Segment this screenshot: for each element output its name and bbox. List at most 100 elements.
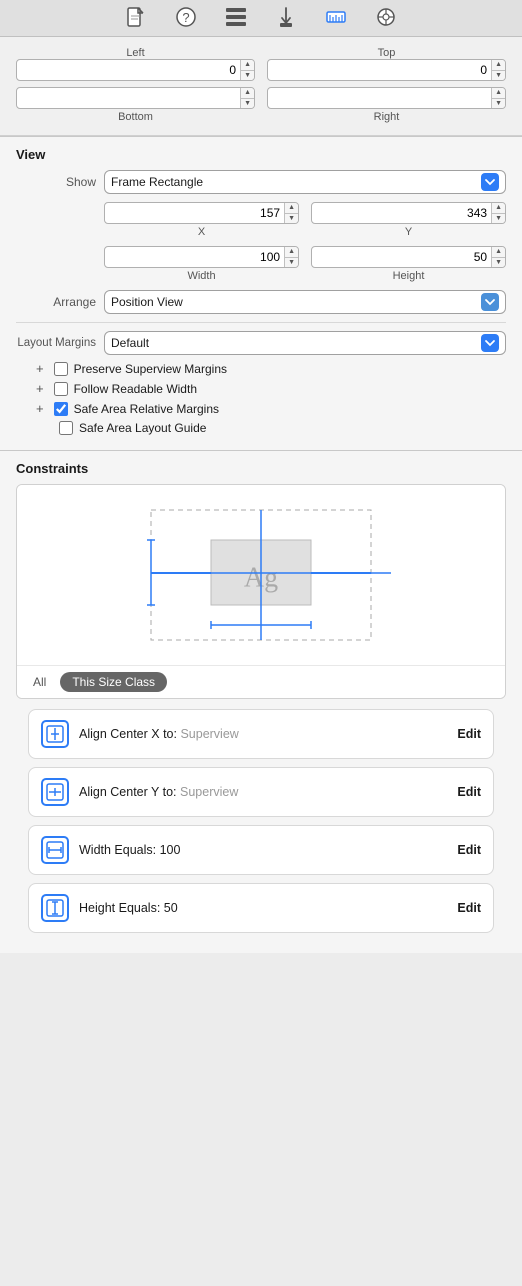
x-label: X bbox=[104, 226, 299, 238]
wh-row: 100 ▲ ▼ 50 ▲ ▼ bbox=[104, 246, 506, 268]
constraints-list: Align Center X to: Superview Edit Align … bbox=[16, 709, 506, 953]
preserve-plus-button[interactable]: + bbox=[36, 361, 44, 376]
height-input[interactable]: 50 bbox=[312, 247, 491, 267]
preserve-checkbox-row: + Preserve Superview Margins bbox=[16, 361, 506, 376]
layout-margins-label: Layout Margins bbox=[16, 337, 96, 349]
align-center-x-subview: Superview bbox=[180, 727, 238, 741]
x-increment[interactable]: ▲ bbox=[285, 203, 298, 214]
show-dropdown[interactable]: Frame Rectangle bbox=[104, 170, 506, 194]
readable-plus-button[interactable]: + bbox=[36, 381, 44, 396]
safe-relative-plus-button[interactable]: + bbox=[36, 401, 44, 416]
height-stepper[interactable]: ▲ ▼ bbox=[491, 247, 505, 267]
bottom-decrement[interactable]: ▼ bbox=[241, 99, 254, 109]
document-icon[interactable] bbox=[125, 6, 147, 28]
bottom-label: Bottom bbox=[118, 111, 153, 123]
constraints-box: Ag All This Size Class bbox=[16, 484, 506, 699]
align-center-y-text: Align Center Y to: Superview bbox=[79, 785, 447, 799]
top-increment[interactable]: ▲ bbox=[492, 60, 505, 71]
svg-text:?: ? bbox=[182, 10, 189, 25]
arrange-row: Arrange Position View bbox=[16, 290, 506, 314]
right-stepper[interactable]: ▲ ▼ bbox=[491, 88, 505, 108]
x-field[interactable]: 157 ▲ ▼ bbox=[104, 202, 299, 224]
constraint-align-center-x: Align Center X to: Superview Edit bbox=[28, 709, 494, 759]
tabs-row: All This Size Class bbox=[17, 665, 505, 698]
align-center-y-label: Align Center Y to: bbox=[79, 785, 180, 799]
safe-layout-label[interactable]: Safe Area Layout Guide bbox=[79, 421, 206, 435]
bottom-increment[interactable]: ▲ bbox=[241, 88, 254, 99]
top-field[interactable]: 0 ▲ ▼ bbox=[267, 59, 506, 81]
align-center-y-subview: Superview bbox=[180, 785, 238, 799]
width-input[interactable]: 100 bbox=[105, 247, 284, 267]
y-field[interactable]: 343 ▲ ▼ bbox=[311, 202, 506, 224]
constraints-section: Constraints Ag bbox=[0, 451, 522, 953]
preserve-checkbox[interactable] bbox=[54, 362, 68, 376]
y-stepper[interactable]: ▲ ▼ bbox=[491, 203, 505, 223]
show-label: Show bbox=[16, 175, 96, 189]
constraints-diagram: Ag bbox=[121, 495, 401, 655]
readable-checkbox-row: + Follow Readable Width bbox=[16, 381, 506, 396]
left-field[interactable]: 0 ▲ ▼ bbox=[16, 59, 255, 81]
tab-this-size-class[interactable]: This Size Class bbox=[60, 672, 167, 692]
height-decrement[interactable]: ▼ bbox=[492, 258, 505, 268]
top-decrement[interactable]: ▼ bbox=[492, 71, 505, 81]
width-decrement[interactable]: ▼ bbox=[285, 258, 298, 268]
height-equals-value: 50 bbox=[164, 901, 178, 915]
width-label: Width bbox=[104, 270, 299, 282]
safe-layout-checkbox[interactable] bbox=[59, 421, 73, 435]
link-icon[interactable] bbox=[375, 6, 397, 28]
layout-margins-dropdown[interactable]: Default bbox=[104, 331, 506, 355]
readable-label[interactable]: Follow Readable Width bbox=[74, 382, 197, 396]
y-input[interactable]: 343 bbox=[312, 203, 491, 223]
ruler-icon[interactable] bbox=[325, 6, 347, 28]
align-center-y-edit[interactable]: Edit bbox=[457, 785, 481, 799]
y-increment[interactable]: ▲ bbox=[492, 203, 505, 214]
width-equals-text: Width Equals: 100 bbox=[79, 843, 447, 857]
left-label: Left bbox=[126, 47, 144, 59]
bottom-stepper[interactable]: ▲ ▼ bbox=[240, 88, 254, 108]
height-increment[interactable]: ▲ bbox=[492, 247, 505, 258]
help-icon[interactable]: ? bbox=[175, 6, 197, 28]
y-decrement[interactable]: ▼ bbox=[492, 214, 505, 224]
right-decrement[interactable]: ▼ bbox=[492, 99, 505, 109]
left-stepper[interactable]: ▲ ▼ bbox=[240, 60, 254, 80]
tab-all[interactable]: All bbox=[27, 673, 52, 691]
left-decrement[interactable]: ▼ bbox=[241, 71, 254, 81]
y-label: Y bbox=[311, 226, 506, 238]
top-field-group: Top 0 ▲ ▼ bbox=[267, 45, 506, 81]
safe-relative-label[interactable]: Safe Area Relative Margins bbox=[74, 402, 219, 416]
align-center-x-text: Align Center X to: Superview bbox=[79, 727, 447, 741]
safe-relative-checkbox[interactable] bbox=[54, 402, 68, 416]
top-input[interactable]: 0 bbox=[268, 60, 491, 80]
width-stepper[interactable]: ▲ ▼ bbox=[284, 247, 298, 267]
width-field[interactable]: 100 ▲ ▼ bbox=[104, 246, 299, 268]
right-field[interactable]: ▲ ▼ bbox=[267, 87, 506, 109]
top-stepper[interactable]: ▲ ▼ bbox=[491, 60, 505, 80]
height-field[interactable]: 50 ▲ ▼ bbox=[311, 246, 506, 268]
list-icon[interactable] bbox=[225, 6, 247, 28]
left-input[interactable]: 0 bbox=[17, 60, 240, 80]
left-field-group: Left 0 ▲ ▼ bbox=[16, 45, 255, 81]
bottom-field[interactable]: ▲ ▼ bbox=[16, 87, 255, 109]
height-equals-text: Height Equals: 50 bbox=[79, 901, 447, 915]
width-equals-edit[interactable]: Edit bbox=[457, 843, 481, 857]
right-increment[interactable]: ▲ bbox=[492, 88, 505, 99]
bottom-field-group: ▲ ▼ Bottom bbox=[16, 87, 255, 123]
arrange-dropdown[interactable]: Position View bbox=[104, 290, 506, 314]
x-decrement[interactable]: ▼ bbox=[285, 214, 298, 224]
right-input[interactable] bbox=[268, 88, 491, 108]
height-equals-edit[interactable]: Edit bbox=[457, 901, 481, 915]
position-fields: Left 0 ▲ ▼ Top 0 ▲ ▼ bbox=[0, 37, 522, 136]
connect-icon[interactable] bbox=[275, 6, 297, 28]
top-label: Top bbox=[378, 47, 396, 59]
left-increment[interactable]: ▲ bbox=[241, 60, 254, 71]
x-stepper[interactable]: ▲ ▼ bbox=[284, 203, 298, 223]
preserve-label[interactable]: Preserve Superview Margins bbox=[74, 362, 227, 376]
right-label: Right bbox=[374, 111, 400, 123]
arrange-label: Arrange bbox=[16, 295, 96, 309]
align-center-x-label: Align Center X to: bbox=[79, 727, 180, 741]
x-input[interactable]: 157 bbox=[105, 203, 284, 223]
width-increment[interactable]: ▲ bbox=[285, 247, 298, 258]
align-center-x-edit[interactable]: Edit bbox=[457, 727, 481, 741]
readable-checkbox[interactable] bbox=[54, 382, 68, 396]
bottom-input[interactable] bbox=[17, 88, 240, 108]
